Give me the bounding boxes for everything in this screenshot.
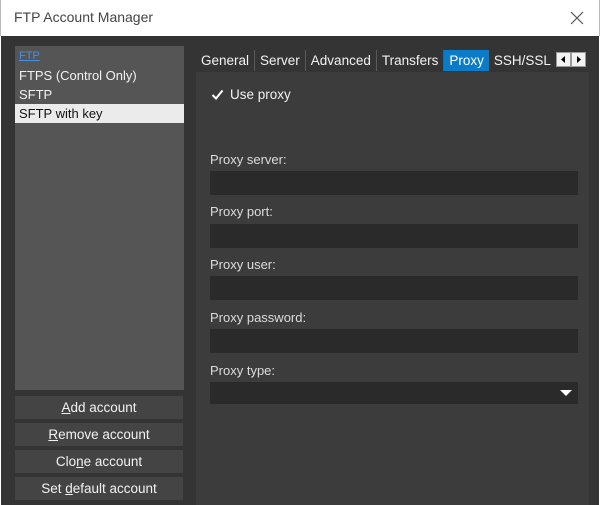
account-item-ftps-control-only[interactable]: FTPS (Control Only) [15,66,184,85]
checkmark-icon [211,89,224,100]
proxy-server-label: Proxy server: [210,152,287,167]
tab-advanced[interactable]: Advanced [306,50,377,71]
account-list[interactable]: FTP FTPS (Control Only) SFTP SFTP with k… [15,46,184,390]
add-account-button[interactable]: Add account [15,396,183,419]
close-button[interactable] [561,4,593,32]
clone-account-button[interactable]: Clone account [15,450,183,473]
tab-scroll-left-button[interactable] [556,52,571,67]
account-item-sftp-with-key[interactable]: SFTP with key [15,104,184,123]
clone-account-accelerator: n [76,454,84,469]
arrow-right-icon [577,56,581,63]
set-default-account-accelerator: d [65,481,73,496]
proxy-port-label: Proxy port: [210,204,273,219]
proxy-type-dropdown[interactable] [210,382,578,404]
proxy-type-label: Proxy type: [210,363,276,378]
window-content: FTP FTPS (Control Only) SFTP SFTP with k… [1,36,599,505]
close-icon [570,11,584,25]
remove-account-button[interactable]: Remove account [15,423,183,446]
use-proxy-label: Use proxy [230,87,291,102]
tab-proxy[interactable]: Proxy [444,50,489,71]
tab-general[interactable]: General [196,50,256,71]
proxy-tab-panel: Use proxy Proxy server: Proxy port: Prox… [196,72,589,505]
arrow-left-icon [561,56,565,63]
remove-account-accelerator: R [48,427,59,442]
tab-server[interactable]: Server [255,50,306,71]
triangle-down-icon [560,390,572,396]
proxy-password-input[interactable] [210,329,578,353]
proxy-password-label: Proxy password: [210,310,307,325]
set-default-account-button[interactable]: Set default account [15,477,183,500]
proxy-user-label: Proxy user: [210,257,276,272]
tab-strip: General Server Advanced Transfers Proxy … [196,50,556,71]
tab-ssh-ssl[interactable]: SSH/SSL [489,50,556,71]
tab-transfers[interactable]: Transfers [377,50,445,71]
account-item-sftp[interactable]: SFTP [15,85,184,104]
proxy-user-input[interactable] [210,276,578,300]
proxy-server-input[interactable] [210,171,578,195]
tab-scroll-right-button[interactable] [571,52,586,67]
use-proxy-checkbox[interactable]: Use proxy [211,87,291,102]
window-title: FTP Account Manager [14,9,154,25]
proxy-port-input[interactable] [210,224,578,248]
account-item-ftp[interactable]: FTP [15,47,184,66]
title-bar: FTP Account Manager [0,0,600,36]
